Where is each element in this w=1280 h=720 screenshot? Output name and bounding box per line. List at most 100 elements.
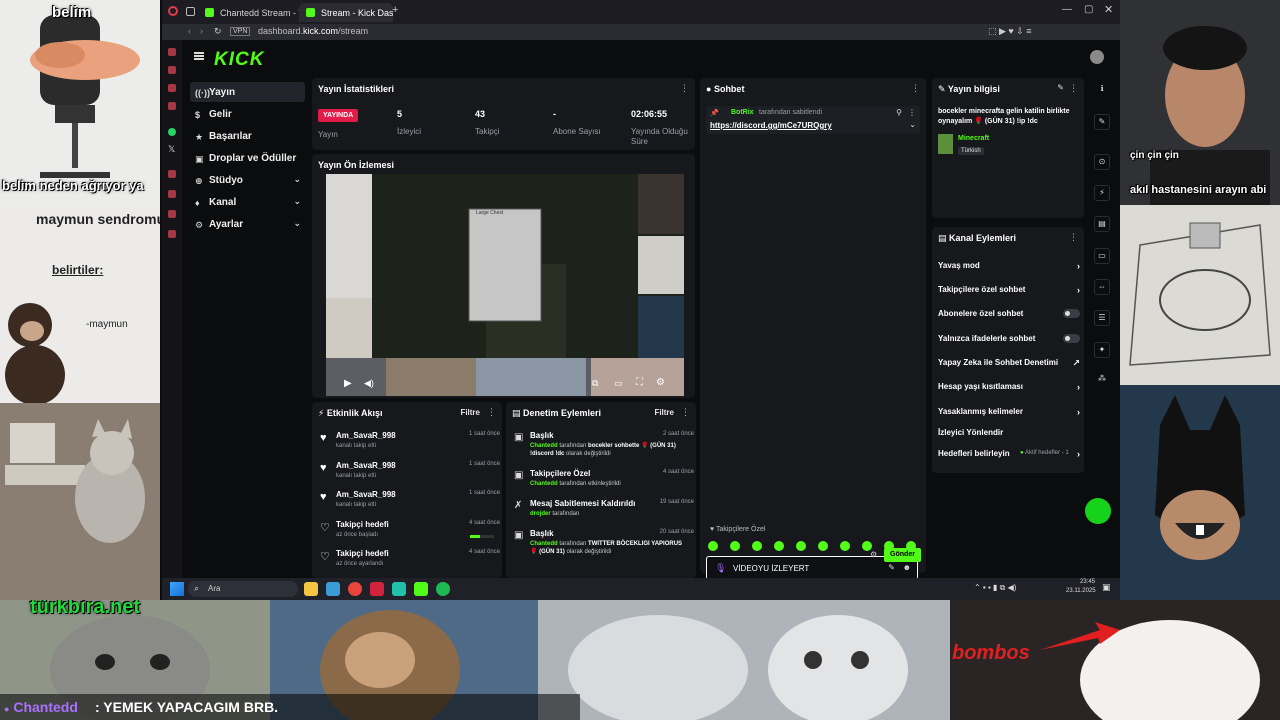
taskbar-search[interactable]: ⌕ Ara bbox=[188, 581, 298, 597]
avatar[interactable] bbox=[1090, 50, 1104, 64]
notifications-icon[interactable]: ▣ bbox=[1102, 582, 1111, 593]
action-banned-words[interactable]: Yasaklanmış kelimeler › bbox=[938, 407, 1080, 425]
sidebar-app-icon[interactable] bbox=[168, 230, 176, 238]
feed-user[interactable]: Am_SavaR_998 bbox=[336, 431, 396, 440]
list-icon[interactable]: ☰ bbox=[1094, 310, 1110, 326]
file-explorer-icon[interactable] bbox=[304, 582, 318, 596]
forward-icon[interactable]: › bbox=[200, 26, 203, 36]
emote-icon[interactable] bbox=[752, 541, 762, 551]
mod-user[interactable]: Chantedd bbox=[530, 541, 558, 547]
stream-preview-player[interactable]: Large Chest ▶ ◀) ⧉ ▭ ⛶ ⚙ bbox=[326, 174, 684, 396]
nav-ayarlar[interactable]: ⚙ Ayarlar ⌄ bbox=[190, 214, 305, 234]
emote-icon[interactable] bbox=[774, 541, 784, 551]
pin-icon[interactable]: ⚲ bbox=[896, 108, 902, 117]
nav-gelir[interactable]: $ Gelir bbox=[190, 104, 305, 124]
mod-user[interactable]: Chantedd bbox=[530, 481, 558, 487]
moderation-filter-button[interactable]: Filtre bbox=[654, 408, 674, 417]
windows-start-icon[interactable] bbox=[170, 582, 184, 596]
emote-icon[interactable] bbox=[796, 541, 806, 551]
browser-menu-icon[interactable] bbox=[168, 6, 178, 16]
nav-kanal[interactable]: ♦ Kanal ⌄ bbox=[190, 192, 305, 212]
emotes-only-toggle[interactable] bbox=[1063, 334, 1080, 343]
kick-logo[interactable]: KICK bbox=[214, 49, 264, 71]
bolt-icon[interactable]: ⚡ bbox=[1094, 185, 1110, 201]
nav-droplar[interactable]: ▣ Droplar ve Ödüller bbox=[190, 148, 305, 168]
kick-app-icon[interactable] bbox=[414, 582, 428, 596]
app-icon[interactable] bbox=[392, 582, 406, 596]
microphone-icon[interactable]: 🎙 bbox=[715, 563, 726, 574]
reload-icon[interactable]: ↻ bbox=[214, 26, 222, 37]
fullscreen-icon[interactable]: ⛶ bbox=[636, 377, 643, 388]
action-followers-only[interactable]: Takipçilere özel sohbet › bbox=[938, 285, 1080, 303]
sidebar-app-icon[interactable] bbox=[168, 102, 176, 110]
mod-user[interactable]: Chantedd bbox=[530, 443, 558, 449]
sidebar-app-icon[interactable] bbox=[168, 84, 176, 92]
feed-user[interactable]: Am_SavaR_998 bbox=[336, 461, 396, 470]
chat-settings-icon[interactable]: ⚙ bbox=[870, 550, 877, 559]
tab-kick-dashboard[interactable]: Stream - Kick Dashboard bbox=[299, 3, 393, 22]
vpn-badge[interactable]: VPN bbox=[230, 27, 251, 36]
menu-icon[interactable] bbox=[194, 52, 204, 60]
chat-icon[interactable]: ▭ bbox=[1094, 248, 1110, 264]
split-icon[interactable]: ⇔ bbox=[1094, 279, 1110, 295]
nav-yayin[interactable]: ((·)) Yayın bbox=[190, 82, 305, 102]
emoji-icon[interactable]: ☻ bbox=[903, 563, 911, 572]
action-account-age[interactable]: Hesap yaşı kısıtlaması › bbox=[938, 382, 1080, 400]
sidebar-app-icon[interactable] bbox=[168, 48, 176, 56]
sidebar-app-icon[interactable] bbox=[168, 190, 176, 198]
emote-icon[interactable] bbox=[730, 541, 740, 551]
add-widget-icon[interactable]: ⁂ bbox=[1094, 372, 1110, 388]
send-button[interactable]: Gönder bbox=[884, 548, 921, 562]
nav-basarilar[interactable]: ★ Başarılar bbox=[190, 126, 305, 146]
wrench-icon[interactable]: ✦ bbox=[1094, 342, 1110, 358]
gif-icon[interactable]: ✎ bbox=[888, 563, 895, 572]
pinned-link[interactable]: https://discord.gg/mCe7URQgry bbox=[710, 121, 832, 130]
nav-studyo[interactable]: ⊕ Stüdyo ⌄ bbox=[190, 170, 305, 190]
pip-icon[interactable]: ⧉ bbox=[592, 378, 598, 389]
steam-icon[interactable] bbox=[326, 582, 340, 596]
action-goals[interactable]: Hedefleri belirleyin ● Aktif hedefler - 1… bbox=[938, 449, 1080, 467]
sidebar-app-icon[interactable] bbox=[168, 210, 176, 218]
url-field[interactable]: dashboard.kick.com/stream bbox=[258, 26, 368, 36]
sidebar-app-icon[interactable] bbox=[168, 170, 176, 178]
volume-icon[interactable]: ◀) bbox=[364, 378, 374, 389]
emote-icon[interactable] bbox=[818, 541, 828, 551]
info-icon[interactable]: ℹ bbox=[1094, 82, 1110, 98]
action-ai-moderation[interactable]: Yapay Zeka ile Sohbet Denetimi ↗ bbox=[938, 358, 1080, 376]
mod-user[interactable]: drojder bbox=[530, 511, 551, 517]
feed-user[interactable]: Am_SavaR_998 bbox=[336, 490, 396, 499]
chrome-icon[interactable] bbox=[348, 582, 362, 596]
maximize-icon[interactable]: ▢ bbox=[1084, 4, 1093, 15]
subscribers-only-toggle[interactable] bbox=[1063, 309, 1080, 318]
sidebar-app-icon[interactable] bbox=[168, 66, 176, 74]
pinned-by-user[interactable]: BotRix bbox=[731, 109, 754, 116]
play-icon[interactable]: ▶ bbox=[344, 378, 352, 389]
more-icon[interactable]: ⋮ bbox=[911, 83, 920, 94]
extensions-icon[interactable]: ⬚ ▶ ♥ ⇩ ≡ bbox=[988, 26, 1032, 37]
tab-overview-icon[interactable] bbox=[186, 7, 195, 16]
emote-icon[interactable] bbox=[708, 541, 718, 551]
more-icon[interactable]: ⋮ bbox=[1069, 232, 1078, 243]
activity-filter-button[interactable]: Filtre bbox=[460, 408, 480, 417]
opera-gx-icon[interactable] bbox=[370, 582, 384, 596]
category-link[interactable]: Minecraft bbox=[958, 135, 989, 142]
target-icon[interactable]: ⊙ bbox=[1094, 154, 1110, 170]
more-icon[interactable]: ⋮ bbox=[487, 407, 496, 418]
pencil-icon[interactable]: ✎ bbox=[1094, 114, 1110, 130]
more-icon[interactable]: ⋮ bbox=[1069, 83, 1078, 94]
x-twitter-icon[interactable]: 𝕏 bbox=[168, 144, 175, 155]
action-slow-mode[interactable]: Yavaş mod › bbox=[938, 261, 1080, 279]
close-icon[interactable]: ✕ bbox=[1104, 3, 1113, 16]
whatsapp-icon[interactable] bbox=[168, 128, 176, 136]
theater-icon[interactable]: ▭ bbox=[614, 378, 623, 389]
edit-icon[interactable]: ✎ bbox=[1057, 83, 1064, 92]
document-icon[interactable]: ▤ bbox=[1094, 216, 1110, 232]
more-icon[interactable]: ⋮ bbox=[908, 108, 916, 117]
action-raid[interactable]: İzleyici Yönlendir bbox=[938, 428, 1080, 446]
chevron-down-icon[interactable]: ⌄ bbox=[909, 120, 916, 129]
gear-icon[interactable]: ⚙ bbox=[656, 377, 665, 388]
minimize-icon[interactable]: — bbox=[1062, 4, 1072, 15]
new-tab-icon[interactable]: + bbox=[392, 4, 398, 16]
more-icon[interactable]: ⋮ bbox=[680, 83, 689, 94]
system-tray-icons[interactable]: ⌃ ▪ ▪ ▮ ⧉ ◀) bbox=[974, 583, 1016, 593]
